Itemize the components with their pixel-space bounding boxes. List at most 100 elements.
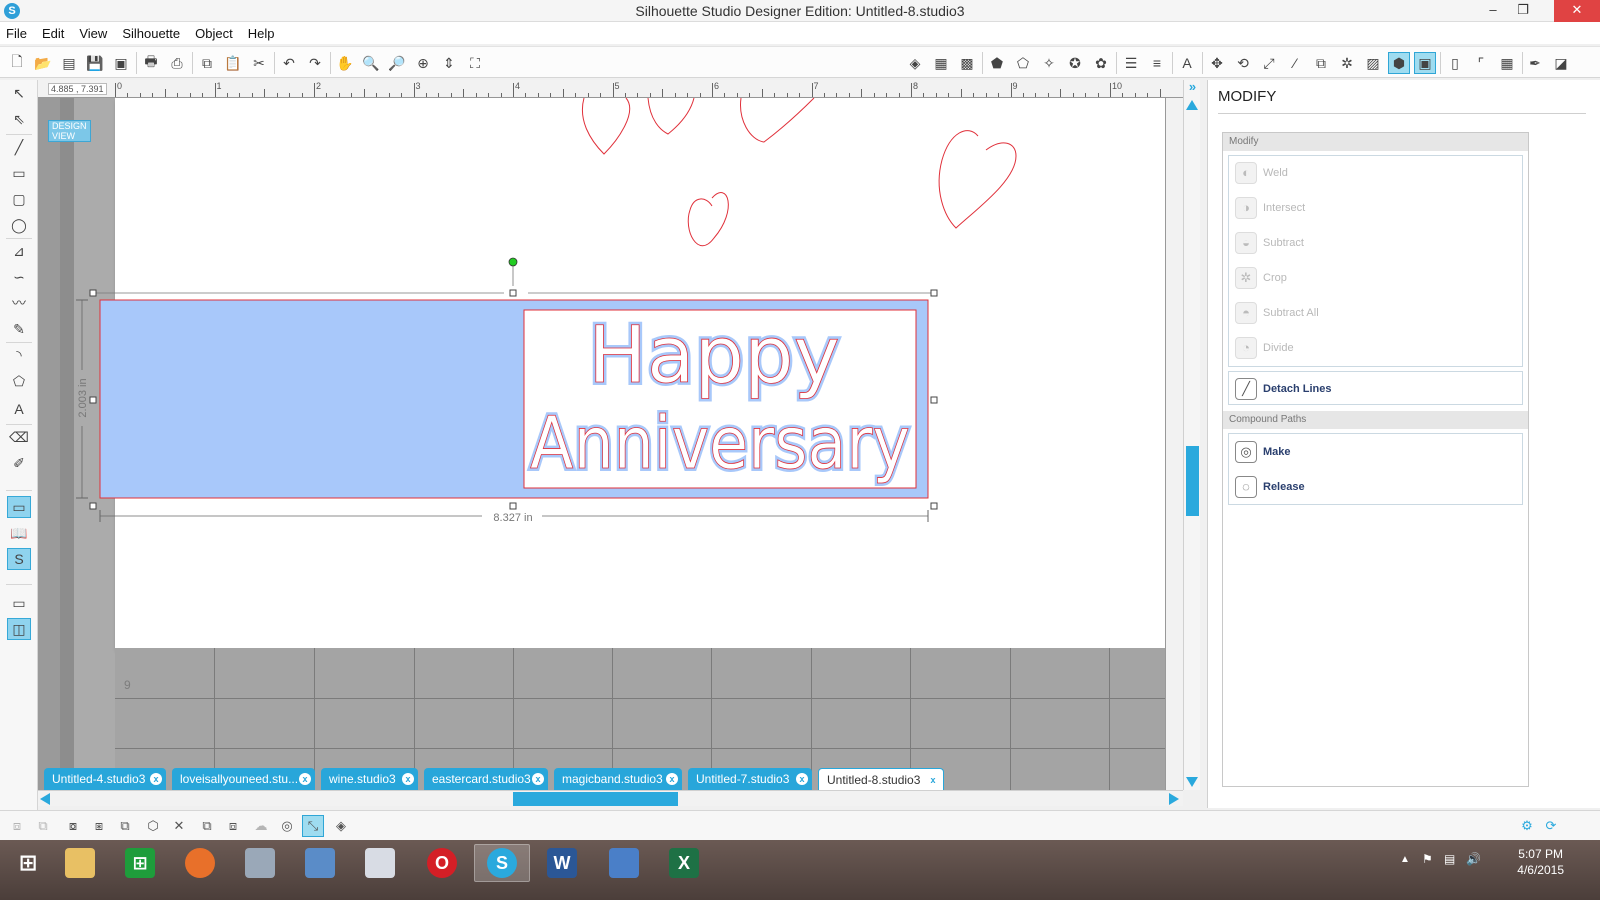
rectangle-tool-icon[interactable]: ▭: [7, 162, 31, 184]
line-tool-icon[interactable]: ╱: [7, 136, 31, 158]
store-button[interactable]: ⊞: [112, 844, 168, 882]
zoom-in-icon[interactable]: 🔍: [360, 52, 382, 74]
text-tool-icon[interactable]: A: [7, 398, 31, 420]
send-forward-icon[interactable]: ⧉: [196, 815, 218, 837]
vertical-scroll-thumb[interactable]: [1186, 446, 1199, 516]
crop-button[interactable]: ✲ Crop: [1235, 263, 1287, 293]
tab-untitled-4[interactable]: Untitled-4.studio3 x: [44, 768, 166, 790]
line-dash-icon[interactable]: ≡: [1146, 52, 1168, 74]
menu-object[interactable]: Object: [195, 26, 233, 41]
resize-handle[interactable]: [930, 502, 938, 510]
select-arrow-icon[interactable]: ↖: [7, 82, 31, 104]
zoom-out-icon[interactable]: 🔎: [386, 52, 408, 74]
release-compound-path-icon[interactable]: ⧆: [88, 815, 110, 837]
edit-points-icon[interactable]: ⇖: [7, 108, 31, 130]
shadow-icon[interactable]: ✧: [1038, 52, 1060, 74]
rotate-handle[interactable]: [508, 257, 518, 267]
design-layer[interactable]: Happy Happy Anniversary Anniversary 8.32…: [38, 80, 1183, 790]
intersect-button[interactable]: ◑ Intersect: [1235, 193, 1305, 223]
vertical-scrollbar[interactable]: »: [1183, 80, 1200, 790]
subtract-button[interactable]: ◒ Subtract: [1235, 228, 1304, 258]
page-setup-icon[interactable]: ▯: [1444, 52, 1466, 74]
modify-panel-icon[interactable]: ⬢: [1388, 52, 1410, 74]
menu-edit[interactable]: Edit: [42, 26, 64, 41]
zoom-selection-icon[interactable]: ⊕: [412, 52, 434, 74]
paste-icon[interactable]: 📋: [222, 52, 244, 74]
detach-lines-button[interactable]: ╱ Detach Lines: [1235, 374, 1331, 404]
weld-quick-icon[interactable]: ☁: [250, 815, 272, 837]
tab-wine[interactable]: wine.studio3 x: [321, 768, 418, 790]
close-tab-icon[interactable]: x: [299, 773, 311, 785]
scroll-up-icon[interactable]: [1186, 100, 1198, 110]
line-style-icon[interactable]: ⬠: [1012, 52, 1034, 74]
close-tab-icon[interactable]: x: [150, 773, 162, 785]
undo-icon[interactable]: ↶: [278, 52, 300, 74]
save-to-library-icon[interactable]: ▣: [110, 52, 132, 74]
library-book-icon[interactable]: 📖: [7, 522, 31, 544]
scale-icon[interactable]: ⤢: [1258, 52, 1280, 74]
scroll-left-icon[interactable]: [40, 793, 50, 805]
send-backward-icon[interactable]: ⧈: [222, 815, 244, 837]
delete-icon[interactable]: ✕: [168, 815, 190, 837]
resize-handle[interactable]: [509, 289, 517, 297]
offset-quick-icon[interactable]: ◎: [276, 815, 298, 837]
nesting-icon[interactable]: ✲: [1336, 52, 1358, 74]
ungroup-icon[interactable]: ⧉: [32, 815, 54, 837]
resize-handle[interactable]: [89, 502, 97, 510]
close-tab-icon[interactable]: x: [796, 773, 808, 785]
line-style-lines-icon[interactable]: ☰: [1120, 52, 1142, 74]
group-icon[interactable]: ⧈: [6, 815, 28, 837]
split-view-icon[interactable]: ◫: [7, 618, 31, 640]
file-explorer-button[interactable]: [52, 844, 108, 882]
scroll-right-icon[interactable]: [1169, 793, 1179, 805]
word-button[interactable]: W: [534, 844, 590, 882]
subtract-all-button[interactable]: ◓ Subtract All: [1235, 298, 1319, 328]
volume-icon[interactable]: 🔊: [1466, 852, 1481, 866]
menu-file[interactable]: File: [6, 26, 27, 41]
design-panel-icon[interactable]: ▭: [7, 496, 31, 518]
clock[interactable]: 5:07 PM 4/6/2015: [1517, 846, 1564, 878]
resize-handle[interactable]: [930, 289, 938, 297]
fill-pattern-icon[interactable]: ▩: [956, 52, 978, 74]
expand-panel-icon[interactable]: »: [1185, 80, 1200, 96]
opera-button[interactable]: O: [414, 844, 470, 882]
resize-handle[interactable]: [930, 396, 938, 404]
sketch-icon[interactable]: ✪: [1064, 52, 1086, 74]
canvas-area[interactable]: 4.885 , 7.391 0 1 2 3 4 5 6 7 8 9 10 DESIGN VIEW 9: [38, 80, 1183, 790]
duplicate-icon[interactable]: ⬡: [142, 815, 164, 837]
single-view-icon[interactable]: ▭: [7, 592, 31, 614]
release-compound-button[interactable]: ◌ Release: [1235, 472, 1305, 502]
control-panel-button[interactable]: [292, 844, 348, 882]
eraser-icon[interactable]: ⌫: [7, 426, 31, 448]
regular-polygon-icon[interactable]: ⬠: [7, 370, 31, 392]
tray-arrow-icon[interactable]: ▲: [1400, 854, 1410, 865]
image-effects-icon[interactable]: ✿: [1090, 52, 1112, 74]
grid-icon[interactable]: ▦: [1496, 52, 1518, 74]
layers-icon[interactable]: ◈: [330, 815, 352, 837]
make-compound-button[interactable]: ◎ Make: [1235, 437, 1291, 467]
online-store-icon[interactable]: S: [7, 548, 31, 570]
menu-silhouette[interactable]: Silhouette: [122, 26, 180, 41]
ellipse-tool-icon[interactable]: ◯: [7, 214, 31, 236]
send-icon[interactable]: ◪: [1550, 52, 1572, 74]
resize-handle[interactable]: [89, 289, 97, 297]
library-icon[interactable]: ▤: [58, 52, 80, 74]
weld-button[interactable]: ◐ Weld: [1235, 158, 1288, 188]
rotate-icon[interactable]: ⟲: [1232, 52, 1254, 74]
close-tab-icon[interactable]: x: [666, 773, 678, 785]
close-tab-icon[interactable]: x: [532, 773, 544, 785]
pan-hand-icon[interactable]: ✋: [334, 52, 356, 74]
save-icon[interactable]: 💾: [84, 52, 106, 74]
close-tab-icon[interactable]: x: [402, 773, 414, 785]
tab-eastercard[interactable]: eastercard.studio3 x: [424, 768, 548, 790]
paint-button[interactable]: [352, 844, 408, 882]
tab-magicband[interactable]: magicband.studio3 x: [554, 768, 682, 790]
align-icon[interactable]: ✥: [1206, 52, 1228, 74]
fill-color-icon[interactable]: ◈: [904, 52, 926, 74]
silhouette-studio-button[interactable]: S: [474, 844, 530, 882]
network-icon[interactable]: ▤: [1444, 852, 1455, 866]
open-folder-icon[interactable]: 📂: [32, 52, 54, 74]
action-center-icon[interactable]: ⚑: [1422, 852, 1433, 866]
cut-icon[interactable]: ✂: [248, 52, 270, 74]
rounded-rectangle-tool-icon[interactable]: ▢: [7, 188, 31, 210]
